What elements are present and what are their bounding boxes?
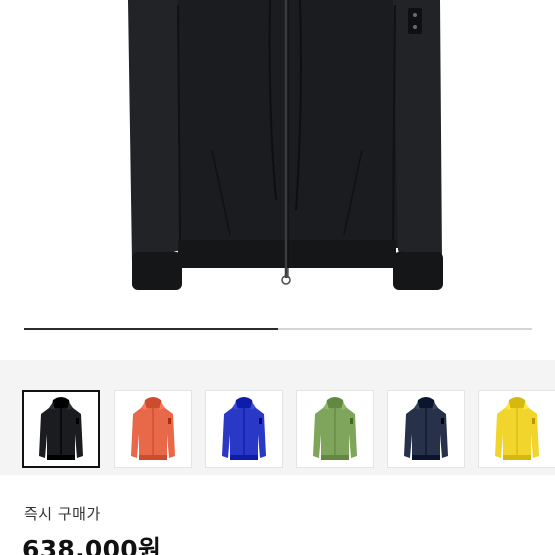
thumbnail-navy[interactable] (387, 390, 465, 468)
product-hero-image[interactable] (0, 0, 555, 360)
thumbnail-yellow[interactable] (478, 390, 555, 468)
navy-jacket-icon (404, 397, 448, 460)
green-jacket-icon (313, 397, 357, 460)
black-jacket-icon (39, 397, 83, 460)
image-carousel-progress-fill (24, 328, 278, 330)
hero-jacket-icon (128, 0, 443, 290)
instant-buy-price-label: 즉시 구매가 (24, 505, 101, 523)
blue-jacket-icon (222, 397, 266, 460)
color-thumbnail-strip (0, 360, 555, 475)
jacket-image (128, 0, 443, 290)
thumbnail-black[interactable] (22, 390, 100, 468)
image-carousel-progress (24, 328, 532, 330)
orange-jacket-icon (131, 397, 175, 460)
thumbnail-green[interactable] (296, 390, 374, 468)
yellow-jacket-icon (495, 397, 539, 460)
thumbnail-blue[interactable] (205, 390, 283, 468)
instant-buy-price-value: 638,000원 (22, 535, 162, 555)
thumbnail-orange[interactable] (114, 390, 192, 468)
